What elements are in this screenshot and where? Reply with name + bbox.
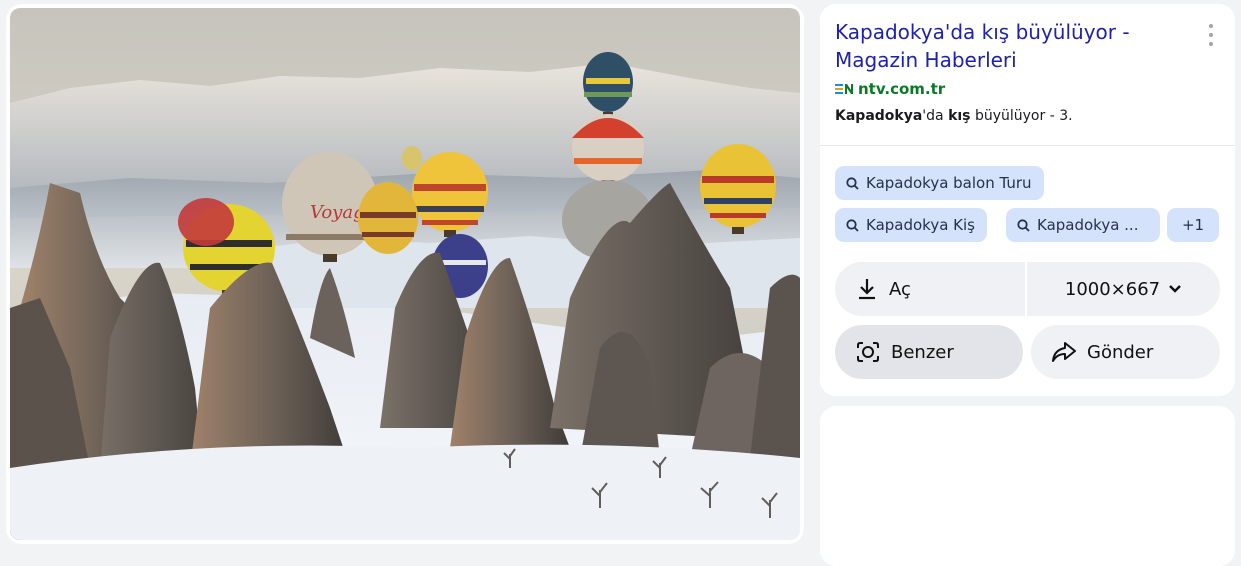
send-label: Gönder xyxy=(1087,341,1154,363)
open-button[interactable]: Aç xyxy=(835,262,1025,316)
similar-label: Benzer xyxy=(891,341,954,363)
chip-label: +1 xyxy=(1181,216,1205,234)
image-preview-panel: Voyag xyxy=(6,4,804,544)
share-arrow-icon xyxy=(1052,342,1076,362)
result-snippet: Kapadokya'da kış büyülüyor - 3. xyxy=(835,108,1073,124)
chip-kapadokya-truncated[interactable]: Kapadokya ... xyxy=(1006,208,1160,242)
search-icon xyxy=(846,176,859,190)
snippet-bold-1: Kapadokya xyxy=(835,108,923,124)
cappadocia-balloons-photo: Voyag xyxy=(10,8,800,540)
snippet-rest: büyülüyor - 3. xyxy=(970,108,1073,124)
size-label: 1000×667 xyxy=(1064,278,1161,300)
chip-kapadokya-balon-turu[interactable]: Kapadokya balon Turu xyxy=(835,166,1044,200)
chip-more[interactable]: +1 xyxy=(1167,208,1219,242)
chevron-down-icon xyxy=(1169,285,1181,293)
result-card: Kapadokya'da kış büyülüyor - Magazin Hab… xyxy=(820,4,1235,396)
secondary-card xyxy=(820,406,1235,566)
source-link[interactable]: ntv.com.tr xyxy=(835,80,945,98)
result-title-link[interactable]: Kapadokya'da kış büyülüyor - Magazin Hab… xyxy=(835,18,1190,74)
chip-label: Kapadokya ... xyxy=(1037,216,1139,234)
open-label: Aç xyxy=(889,278,911,300)
preview-image[interactable]: Voyag xyxy=(10,8,800,540)
similar-button[interactable]: Benzer xyxy=(835,325,1023,379)
size-select[interactable]: 1000×667 xyxy=(1027,262,1220,316)
camera-search-icon xyxy=(857,342,879,362)
kebab-menu-icon[interactable] xyxy=(1203,24,1219,46)
svg-text:Voyag: Voyag xyxy=(310,202,365,223)
divider xyxy=(820,145,1235,146)
chip-label: Kapadokya balon Turu xyxy=(866,174,1032,192)
search-icon xyxy=(846,218,859,232)
search-icon xyxy=(1017,218,1030,232)
download-icon xyxy=(859,279,875,300)
snippet-bold-2: kış xyxy=(948,108,971,124)
source-name: ntv.com.tr xyxy=(858,80,946,98)
chip-kapadokya-kis[interactable]: Kapadokya Kiş xyxy=(835,208,987,242)
snippet-mid: 'da xyxy=(922,108,949,124)
chip-label: Kapadokya Kiş xyxy=(866,216,975,234)
ntv-logo-icon xyxy=(835,84,853,94)
send-button[interactable]: Gönder xyxy=(1031,325,1220,379)
